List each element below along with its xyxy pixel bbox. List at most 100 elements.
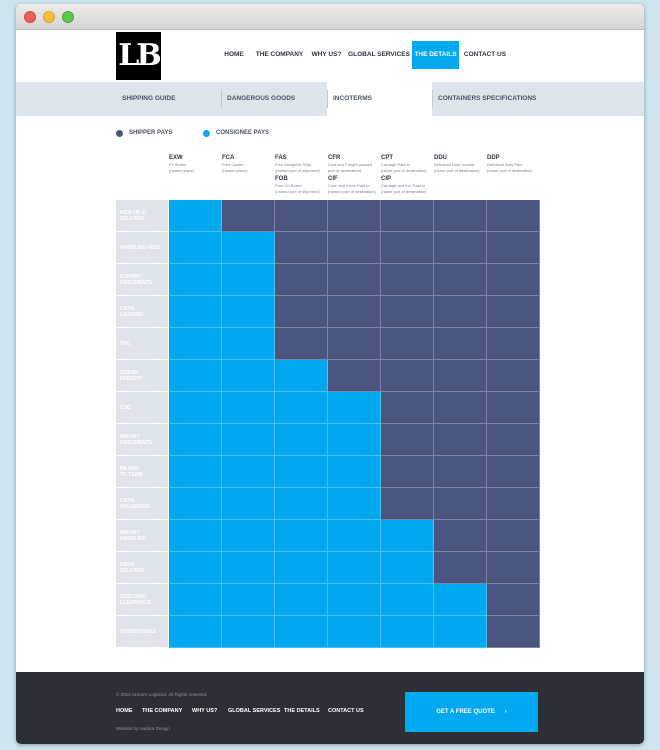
footer-credit[interactable]: Website by Isadora Design xyxy=(116,726,170,731)
subnav-tab[interactable]: INCOTERMS xyxy=(327,82,432,116)
consignee-pays-cell xyxy=(222,232,275,264)
subnav-divider xyxy=(327,90,328,108)
consignee-pays-cell xyxy=(222,456,275,488)
shipper-pays-cell xyxy=(487,200,540,232)
footer-nav-item[interactable]: WHY US? xyxy=(192,708,217,714)
consignee-pays-cell xyxy=(222,520,275,552)
footer-nav-item[interactable]: HOME xyxy=(116,708,133,714)
consignee-pays-cell xyxy=(275,360,328,392)
consignee-pays-cell xyxy=(169,200,222,232)
subnav-tab[interactable]: DANGEROUS GOODS xyxy=(221,82,327,116)
row-label: THC xyxy=(116,328,168,360)
shipper-pays-cell xyxy=(381,200,434,232)
minimize-window-button[interactable] xyxy=(43,11,55,23)
nav-item[interactable]: THE DETAILS xyxy=(412,41,459,69)
row-label: EXPORT DOCUMENTS xyxy=(116,264,168,296)
footer-nav-item[interactable]: THE COMPANY xyxy=(142,708,182,714)
incoterm-header: CPT Carriage Paid to (name port of destina… xyxy=(381,155,435,194)
consignee-pays-cell xyxy=(275,520,328,552)
incoterm-code: FCA xyxy=(222,155,235,161)
consignee-pays-cell xyxy=(275,424,328,456)
footer-copyright: © 2013 Unicorn Logistics. All Rights res… xyxy=(116,692,208,697)
incoterm-code: CIF xyxy=(328,176,338,182)
shipper-pays-cell xyxy=(487,552,540,584)
row-label-line: HANDLING xyxy=(120,535,147,542)
incoterm-description: Free Alongside Ship xyxy=(275,162,311,167)
site-logo[interactable]: LB xyxy=(116,32,162,80)
subnav-tab[interactable]: CONTAINERS SPECIFICATIONS xyxy=(432,82,572,116)
footer-nav-item[interactable]: GLOBAL SERVICES xyxy=(228,708,280,714)
row-label-text: CUSTOMS CLEARANCE xyxy=(120,594,151,606)
browser-window: LB HOME THE COMPANY WHY US? GLOBAL SERVICES… xyxy=(16,4,644,744)
row-label-line: DELIVERY xyxy=(120,567,145,574)
shipper-pays-cell xyxy=(328,328,381,360)
shipper-pays-cell xyxy=(434,232,487,264)
incoterm-description: (named place) xyxy=(169,168,195,173)
row-label-text: THC xyxy=(120,341,130,347)
subnav-tab[interactable]: SHIPPING GUIDE xyxy=(116,82,221,116)
consignee-pays-cell xyxy=(328,552,381,584)
shipper-pays-cell xyxy=(434,296,487,328)
row-label-line: DOCUMENTS xyxy=(120,279,153,286)
consignee-pays-cell xyxy=(328,488,381,520)
shipper-pays-cell xyxy=(328,200,381,232)
consignee-pays-cell xyxy=(275,392,328,424)
legend-shipper-label: SHIPPER PAYS xyxy=(129,130,173,136)
consignee-pays-cell xyxy=(275,488,328,520)
consignee-pays-cell xyxy=(222,488,275,520)
incoterm-description: (name port of destination) xyxy=(381,189,427,194)
row-label: HANDLING FEES xyxy=(116,232,168,264)
shipper-pays-cell xyxy=(487,520,540,552)
row-label-text: PICK UP & DELIVERY xyxy=(120,210,145,222)
incoterm-header: FAS Free Alongside Ship (named port of shi… xyxy=(275,155,329,194)
nav-item[interactable]: HOME xyxy=(216,41,252,69)
nav-item[interactable]: THE COMPANY xyxy=(252,41,307,69)
maximize-window-button[interactable] xyxy=(62,11,74,23)
incoterm-description: (name port of destination) xyxy=(487,168,533,173)
shipper-pays-cell xyxy=(487,296,540,328)
incoterm-description: (named port of shipment) xyxy=(275,189,320,194)
shipper-pays-cell xyxy=(434,264,487,296)
row-label-text: DUTIES/TAXES xyxy=(120,629,156,635)
shipper-pays-cell xyxy=(328,232,381,264)
row-label-text: IMPORT HANDLING xyxy=(120,530,146,542)
nav-item[interactable]: CONTACT US xyxy=(459,41,511,69)
get-quote-button[interactable]: GET A FREE QUOTE › xyxy=(405,692,538,732)
consignee-pays-cell xyxy=(434,584,487,616)
consignee-pays-cell xyxy=(275,456,328,488)
footer-nav-item[interactable]: THE DETAILS xyxy=(284,708,320,714)
row-label: DOOR DELIVERY xyxy=(116,552,168,584)
consignee-swatch xyxy=(203,130,210,137)
row-label-line: DOCUMENTS xyxy=(120,439,153,446)
incoterm-header: CFR Cost and Freight (named port of destin… xyxy=(328,155,382,194)
shipper-pays-cell xyxy=(275,232,328,264)
shipper-pays-cell xyxy=(381,232,434,264)
consignee-pays-cell xyxy=(222,296,275,328)
footer-nav-item[interactable]: CONTACT US xyxy=(328,708,364,714)
row-label-text: HANDLING FEES xyxy=(120,245,161,251)
consignee-pays-cell xyxy=(434,616,487,648)
nav-item[interactable]: GLOBAL SERVICES xyxy=(346,41,412,69)
shipper-pays-cell xyxy=(434,328,487,360)
shipper-pays-cell xyxy=(381,424,434,456)
incoterm-description: Carriage Paid to xyxy=(381,162,410,167)
incoterm-description: (named port of destination) xyxy=(328,189,376,194)
shipper-pays-cell xyxy=(434,552,487,584)
consignee-pays-cell xyxy=(222,264,275,296)
shipper-pays-cell xyxy=(328,264,381,296)
close-window-button[interactable] xyxy=(24,11,36,23)
shipper-pays-cell xyxy=(381,456,434,488)
consignee-pays-cell xyxy=(328,584,381,616)
incoterm-header: EXW Ex Works... (named place) xyxy=(169,155,223,173)
consignee-pays-cell xyxy=(381,520,434,552)
shipper-pays-cell xyxy=(487,328,540,360)
incoterm-header: FCA Free Carrier... (named place) xyxy=(222,155,276,173)
row-label-text: CSC xyxy=(120,405,131,411)
consignee-pays-cell xyxy=(328,456,381,488)
nav-item[interactable]: WHY US? xyxy=(307,41,346,69)
row-label-line: FREIGHT xyxy=(120,375,142,382)
row-label-text: OCEAN FREIGHT xyxy=(120,370,142,382)
shipper-pays-cell xyxy=(328,360,381,392)
subnav-divider xyxy=(221,90,222,108)
row-label-line: THC xyxy=(120,340,131,347)
